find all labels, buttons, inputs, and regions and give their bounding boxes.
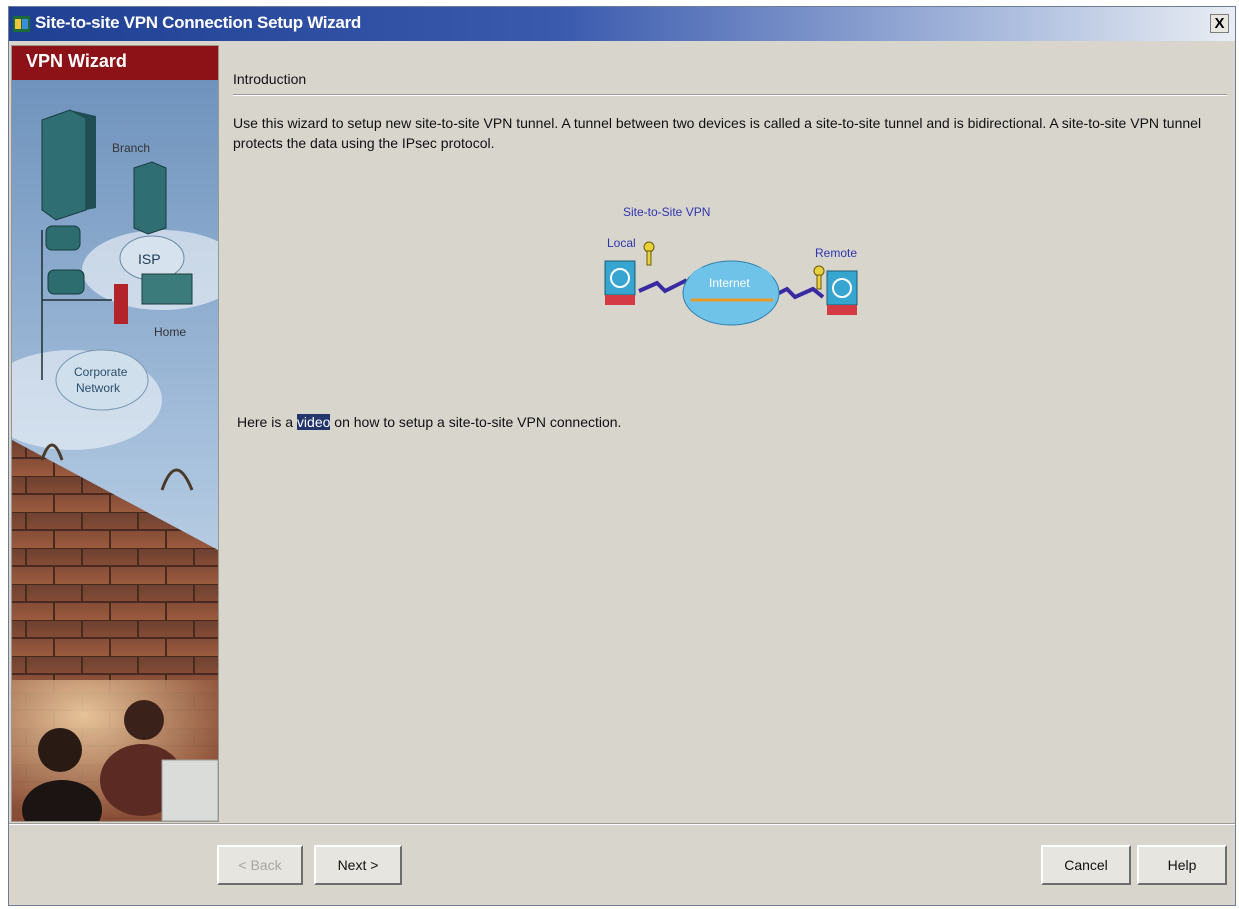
video-text-suffix: on how to setup a site-to-site VPN conne… bbox=[330, 414, 622, 430]
window-title: Site-to-site VPN Connection Setup Wizard bbox=[35, 13, 361, 32]
close-icon: X bbox=[1214, 15, 1225, 32]
firewall-icon bbox=[826, 270, 858, 315]
internet-label: Internet bbox=[709, 276, 750, 290]
sidebar-panel: VPN Wizard Branch ISP Home Corporate Net… bbox=[11, 45, 219, 822]
local-label: Local bbox=[607, 236, 636, 250]
remote-label: Remote bbox=[815, 246, 857, 260]
diagram-title: Site-to-Site VPN bbox=[623, 205, 711, 219]
back-button[interactable]: < Back bbox=[217, 845, 303, 885]
branch-label: Branch bbox=[112, 141, 150, 155]
corporate-label-line2: Network bbox=[76, 381, 121, 395]
corporate-label-line1: Corporate bbox=[74, 365, 128, 379]
video-line: Here is a video on how to setup a site-t… bbox=[237, 414, 621, 430]
app-icon bbox=[13, 16, 30, 32]
home-label: Home bbox=[154, 325, 186, 339]
video-link[interactable]: video bbox=[296, 414, 331, 430]
content-panel: Introduction Use this wizard to setup ne… bbox=[219, 45, 1231, 820]
video-text-prefix: Here is a bbox=[237, 414, 297, 430]
key-icon bbox=[643, 241, 655, 266]
vpn-diagram: Local Remote Internet bbox=[604, 236, 858, 326]
sidebar-illustration: Branch ISP Home Corporate Network bbox=[12, 80, 218, 821]
title-bar[interactable]: Site-to-site VPN Connection Setup Wizard… bbox=[9, 7, 1235, 41]
sidebar-header: VPN Wizard bbox=[12, 46, 218, 80]
cloud-icon bbox=[682, 260, 780, 326]
section-divider bbox=[233, 94, 1227, 96]
sidebar-title: VPN Wizard bbox=[26, 51, 127, 71]
isp-label: ISP bbox=[138, 251, 161, 267]
firewall-icon bbox=[604, 260, 636, 305]
close-button[interactable]: X bbox=[1210, 14, 1229, 33]
wizard-window: Site-to-site VPN Connection Setup Wizard… bbox=[8, 6, 1236, 906]
intro-description: Use this wizard to setup new site-to-sit… bbox=[233, 115, 1202, 151]
help-button[interactable]: Help bbox=[1137, 845, 1227, 885]
next-button[interactable]: Next > bbox=[314, 845, 402, 885]
cancel-button[interactable]: Cancel bbox=[1041, 845, 1131, 885]
footer-divider bbox=[9, 823, 1235, 825]
key-icon bbox=[813, 265, 825, 290]
section-title: Introduction bbox=[233, 71, 307, 87]
